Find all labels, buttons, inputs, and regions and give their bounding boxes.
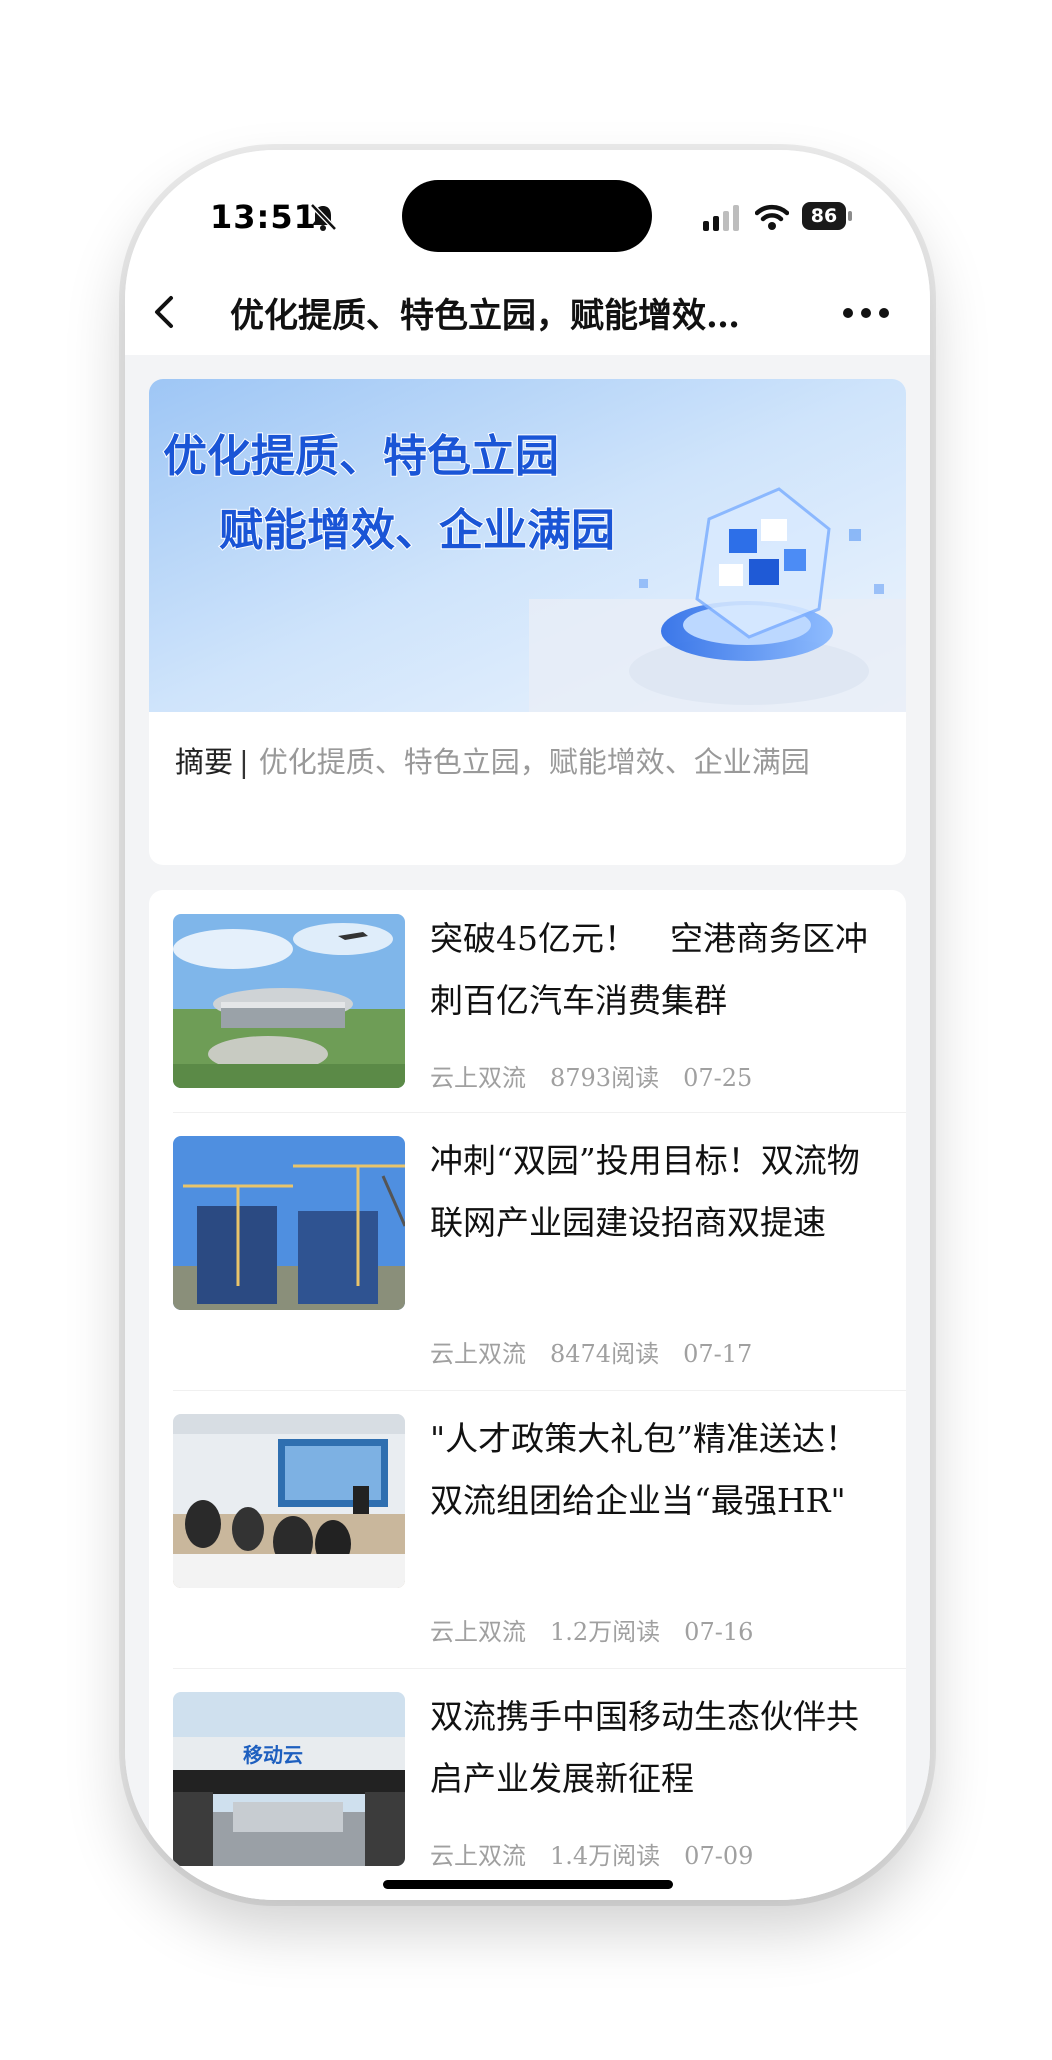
summary-text-block: 摘要 | 优化提质、特色立园，赋能增效、企业满园 <box>175 735 885 789</box>
article-item[interactable]: 冲刺“双园”投用目标！双流物联网产业园建设招商双提速 云上双流 8474阅读 07-… <box>173 1112 906 1391</box>
article-reads: 8474阅读 <box>550 1340 660 1368</box>
dynamic-island <box>402 180 652 252</box>
battery-indicator: 86 <box>802 202 854 230</box>
cellular-signal-icon <box>703 205 739 231</box>
bell-muted-icon <box>310 203 337 231</box>
article-reads: 1.4万阅读 <box>550 1842 661 1870</box>
nav-bar: 优化提质、特色立园，赋能增效… <box>125 270 930 355</box>
status-time: 13:51 <box>210 198 317 236</box>
article-thumbnail: 移动云 <box>173 1692 405 1866</box>
article-list-card: 突破45亿元！ 空港商务区冲刺百亿汽车消费集群 云上双流 8793阅读 07-25 <box>149 890 906 1900</box>
article-date: 07-17 <box>683 1340 753 1368</box>
article-title: 双流携手中国移动生态伙伴共启产业发展新征程 <box>430 1697 859 1798</box>
article-source: 云上双流 <box>430 1842 526 1870</box>
wifi-icon <box>755 204 789 230</box>
thumb-sign: 移动云 <box>243 1743 303 1767</box>
phone-frame: 13:51 86 优化提质、特色立园，赋能增效… 优化提质、特色立园 赋能增效、… <box>125 150 930 1900</box>
article-meta: 云上双流 8793阅读 07-25 <box>430 1058 776 1093</box>
home-indicator[interactable] <box>383 1880 673 1889</box>
article-thumbnail <box>173 1414 405 1588</box>
article-source: 云上双流 <box>430 1340 526 1368</box>
summary-label: 摘要 <box>175 745 234 779</box>
back-arrow-icon[interactable] <box>145 290 185 334</box>
summary-separator: | <box>239 745 249 779</box>
article-date: 07-16 <box>684 1618 754 1646</box>
page-content: 优化提质、特色立园 赋能增效、企业满园 摘要 | 优化提质、特色立园，赋能增效、企业… <box>125 355 930 1900</box>
article-thumbnail <box>173 1136 405 1310</box>
article-title: 突破45亿元！ 空港商务区冲刺百亿汽车消费集群 <box>430 919 868 1020</box>
article-date: 07-25 <box>683 1064 753 1092</box>
more-options-icon[interactable] <box>840 298 892 328</box>
banner-image: 优化提质、特色立园 赋能增效、企业满园 <box>149 379 906 712</box>
page-title: 优化提质、特色立园，赋能增效… <box>230 296 740 336</box>
article-meta: 云上双流 1.2万阅读 07-16 <box>430 1612 777 1647</box>
summary-text: 优化提质、特色立园，赋能增效、企业满园 <box>258 745 810 779</box>
article-source: 云上双流 <box>430 1618 526 1646</box>
article-reads: 8793阅读 <box>550 1064 660 1092</box>
article-reads: 1.2万阅读 <box>550 1618 661 1646</box>
article-item[interactable]: "人才政策大礼包”精准送达！双流组团给企业当“最强HR" 云上双流 1.2万阅读 0… <box>173 1390 906 1669</box>
battery-level: 86 <box>802 202 846 230</box>
banner-line-1: 优化提质、特色立园 <box>163 431 559 482</box>
article-title: 冲刺“双园”投用目标！双流物联网产业园建设招商双提速 <box>430 1141 860 1242</box>
status-bar: 13:51 86 <box>125 150 930 270</box>
article-meta: 云上双流 8474阅读 07-17 <box>430 1334 776 1369</box>
article-item[interactable]: 突破45亿元！ 空港商务区冲刺百亿汽车消费集群 云上双流 8793阅读 07-25 <box>173 890 906 1113</box>
summary-card: 优化提质、特色立园 赋能增效、企业满园 摘要 | 优化提质、特色立园，赋能增效、企业… <box>149 379 906 865</box>
article-meta: 云上双流 1.4万阅读 07-09 <box>430 1836 777 1871</box>
article-title: "人才政策大礼包”精准送达！双流组团给企业当“最强HR" <box>430 1419 859 1520</box>
article-source: 云上双流 <box>430 1064 526 1092</box>
battery-nub <box>848 211 852 221</box>
article-date: 07-09 <box>684 1842 754 1870</box>
article-thumbnail <box>173 914 405 1088</box>
banner-line-2: 赋能增效、企业满园 <box>219 505 615 556</box>
article-item[interactable]: 移动云 双流携手中国移动生态伙伴共启产业发展新征程 云上双流 1.4万阅读 07-0… <box>173 1668 906 1900</box>
